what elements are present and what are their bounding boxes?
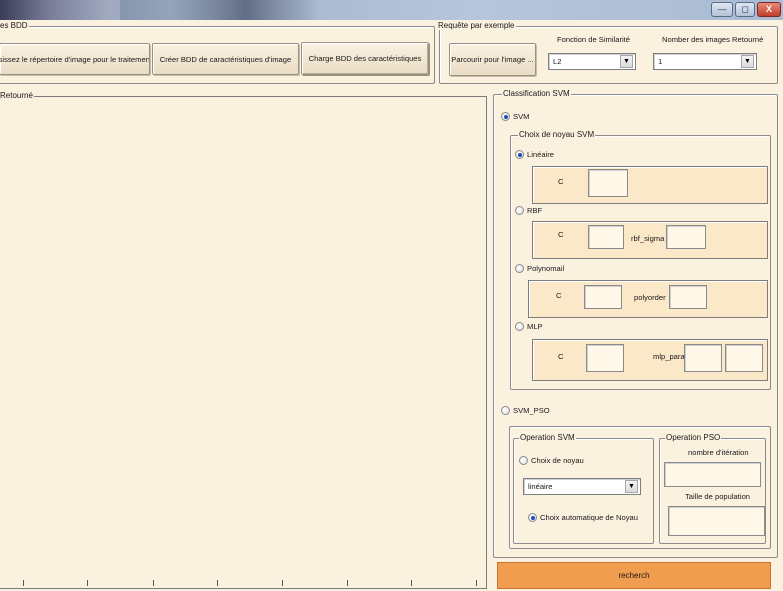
poly-params-panel: C polyorder (528, 280, 768, 318)
linear-params-panel: C (532, 166, 768, 204)
rbf-kernel-radio[interactable]: RBF (515, 206, 542, 215)
mlp-params-input-1[interactable] (684, 344, 722, 372)
radio-unselected-icon (515, 264, 524, 273)
mlp-kernel-radio[interactable]: MLP (515, 322, 543, 331)
svm-pso-group: Operation SVM Choix de noyau linéaire ▼ … (509, 426, 771, 549)
svm-radio[interactable]: SVM (501, 112, 529, 121)
mlp-params-panel: C mlp_params (532, 339, 768, 381)
returned-count-value: 1 (658, 57, 663, 66)
bdd-group-label: es BDD (0, 21, 29, 30)
radio-unselected-icon (501, 406, 510, 415)
rbf-c-input[interactable] (588, 225, 624, 249)
linear-kernel-radio[interactable]: Linéaire (515, 150, 554, 159)
poly-kernel-radio[interactable]: Polynomail (515, 264, 564, 273)
svm-radio-label: SVM (513, 112, 530, 121)
axis-tick (347, 580, 348, 586)
choose-directory-button[interactable]: isissez le répertoire d'image pour le tr… (0, 43, 150, 75)
results-group-label: Retourné (0, 91, 34, 100)
population-label: Taille de population (685, 492, 751, 501)
load-bdd-button[interactable]: Charge BDD des caractéristiques (301, 42, 429, 75)
iterations-input[interactable] (664, 462, 761, 487)
title-bar-artwork-2 (170, 0, 320, 20)
operation-svm-label: Operation SVM (519, 433, 576, 442)
bdd-group: es BDD isissez le répertoire d'image pou… (0, 21, 435, 84)
similarity-dropdown[interactable]: L2 ▼ (548, 53, 636, 70)
poly-kernel-label: Polynomail (527, 264, 565, 273)
rbf-sigma-label: rbf_sigma (631, 234, 665, 243)
minimize-icon[interactable]: — (711, 2, 733, 17)
operation-svm-group: Operation SVM Choix de noyau linéaire ▼ … (513, 433, 654, 544)
search-button[interactable]: recherch (497, 562, 771, 589)
similarity-label: Fonction de Similarité (557, 35, 631, 44)
returned-count-dropdown[interactable]: 1 ▼ (653, 53, 757, 70)
returned-count-label: Nomber des images Retourné (662, 35, 764, 44)
chevron-down-icon[interactable]: ▼ (620, 55, 633, 68)
linear-kernel-label: Linéaire (527, 150, 555, 159)
population-input[interactable] (668, 506, 765, 536)
svm-classification-group: Classification SVM SVM Choix de noyau SV… (493, 89, 778, 558)
create-bdd-button[interactable]: Créer BDD de caractéristiques d'image (152, 43, 299, 75)
svm-group-label: Classification SVM (502, 89, 571, 98)
maximize-icon[interactable]: ◻ (735, 2, 755, 17)
chevron-down-icon[interactable]: ▼ (741, 55, 754, 68)
title-bar-artwork (0, 0, 120, 20)
rbf-kernel-label: RBF (527, 206, 543, 215)
kernel-group-label: Choix de noyau SVM (518, 130, 596, 139)
radio-selected-icon (501, 112, 510, 121)
axis-tick (87, 580, 88, 586)
mlp-params-input-2[interactable] (725, 344, 763, 372)
auto-kernel-label: Choix automatique de Noyau (540, 513, 638, 522)
rbf-params-panel: C rbf_sigma (532, 221, 768, 259)
mlp-c-input[interactable] (586, 344, 624, 372)
query-group: Requête par exemple Parcourir pour l'ima… (437, 21, 778, 84)
operation-pso-group: Operation PSO nombre d'itération Taille … (659, 433, 766, 544)
mlp-c-label: C (558, 352, 564, 361)
poly-c-label: C (556, 291, 562, 300)
kernel-dropdown[interactable]: linéaire ▼ (523, 478, 641, 495)
browse-image-button[interactable]: Parcourir pour l'image ... (449, 43, 536, 76)
axis-tick (217, 580, 218, 586)
axis-tick (282, 580, 283, 586)
axis-tick (23, 580, 24, 586)
results-axes: Retourné (0, 91, 487, 589)
axis-tick (411, 580, 412, 586)
radio-unselected-icon (515, 322, 524, 331)
mlp-kernel-label: MLP (527, 322, 543, 331)
window-title-bar: — ◻ X (0, 0, 783, 20)
chevron-down-icon[interactable]: ▼ (625, 480, 638, 493)
query-group-label: Requête par exemple (437, 21, 516, 30)
poly-c-input[interactable] (584, 285, 622, 309)
axis-tick (153, 580, 154, 586)
auto-kernel-radio[interactable]: Choix automatique de Noyau (528, 513, 638, 522)
rbf-c-label: C (558, 230, 564, 239)
rbf-sigma-input[interactable] (666, 225, 706, 249)
operation-pso-label: Operation PSO (665, 433, 722, 442)
poly-order-label: polyorder (634, 293, 666, 302)
linear-c-label: C (558, 177, 564, 186)
close-icon[interactable]: X (757, 2, 781, 17)
svm-pso-radio[interactable]: SVM_PSO (501, 406, 550, 415)
choose-kernel-radio[interactable]: Choix de noyau (519, 456, 584, 465)
radio-selected-icon (515, 150, 524, 159)
radio-selected-icon (528, 513, 537, 522)
iterations-label: nombre d'itération (688, 448, 749, 457)
axis-tick (476, 580, 477, 586)
radio-unselected-icon (519, 456, 528, 465)
kernel-dropdown-value: linéaire (528, 482, 553, 491)
choose-kernel-label: Choix de noyau (531, 456, 584, 465)
svm-pso-label: SVM_PSO (513, 406, 550, 415)
kernel-choice-group: Choix de noyau SVM Linéaire C RBF C rbf_… (510, 130, 771, 390)
radio-unselected-icon (515, 206, 524, 215)
similarity-value: L2 (553, 57, 562, 66)
linear-c-input[interactable] (588, 169, 628, 197)
poly-order-input[interactable] (669, 285, 707, 309)
